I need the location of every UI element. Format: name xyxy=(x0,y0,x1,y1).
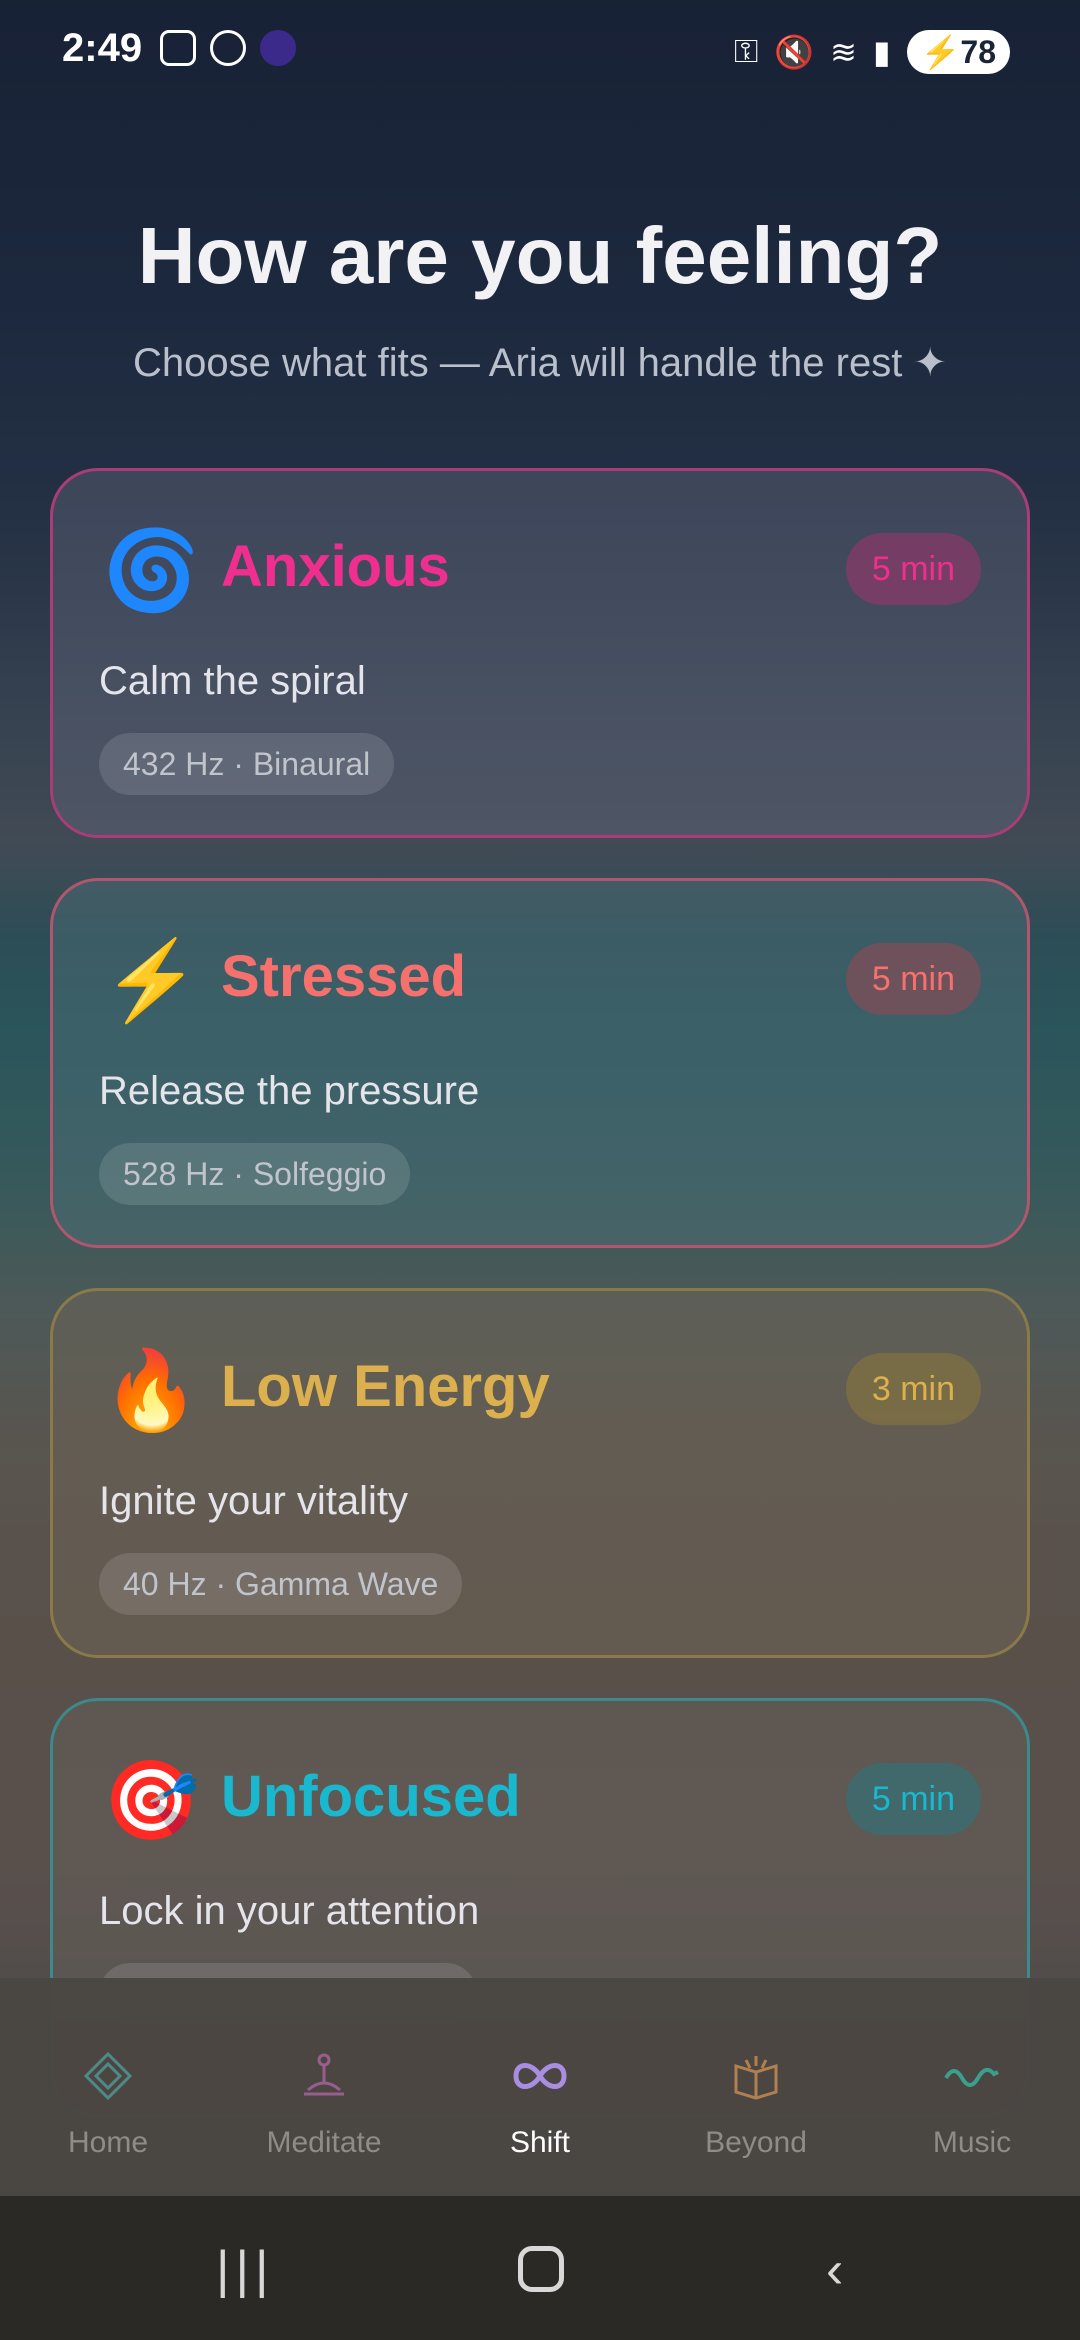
mood-description: Calm the spiral xyxy=(99,659,366,703)
mood-card-stressed[interactable]: ⚡ Stressed 5 min Release the pressure 52… xyxy=(50,878,1030,1248)
page-title: How are you feeling? xyxy=(137,211,943,300)
battery-indicator: ⚡78 xyxy=(906,30,1010,74)
page-subtitle: Choose what fits — Aria will handle the … xyxy=(133,341,947,385)
mood-description: Lock in your attention xyxy=(99,1889,480,1933)
status-system-icons: ⚿ 🔇 ≋ ▮ ⚡78 xyxy=(734,30,1010,74)
nav-label: Beyond xyxy=(705,2126,807,2159)
signal-icon: ▮ xyxy=(872,34,891,70)
wave-icon xyxy=(944,2067,999,2087)
back-button[interactable]: ‹ xyxy=(826,2244,843,2296)
nav-item-home[interactable]: Home xyxy=(0,1978,216,2196)
nav-label: Music xyxy=(932,2126,1012,2159)
duration-badge: 5 min xyxy=(845,533,981,605)
home-button[interactable] xyxy=(518,2246,564,2292)
nav-label: Meditate xyxy=(266,2126,382,2159)
duration-badge: 5 min xyxy=(845,1763,981,1835)
wifi-icon: ≋ xyxy=(830,34,857,70)
mood-description: Ignite your vitality xyxy=(99,1479,409,1523)
system-navigation-bar: ||| ‹ xyxy=(0,2196,1080,2340)
bottom-nav: Home Meditate Shift Beyond Music xyxy=(0,1978,1080,2196)
nav-item-music[interactable]: Music xyxy=(864,1978,1080,2196)
nav-item-shift[interactable]: Shift xyxy=(432,1978,648,2196)
mood-title: Anxious xyxy=(221,534,450,599)
nav-item-beyond[interactable]: Beyond xyxy=(648,1978,864,2196)
cyclone-icon: 🌀 xyxy=(102,526,200,614)
mood-title: Stressed xyxy=(221,944,467,1009)
book-icon xyxy=(734,2056,778,2100)
mute-icon: 🔇 xyxy=(774,34,815,70)
duration-badge: 3 min xyxy=(845,1353,981,1425)
diamond-icon xyxy=(84,2052,132,2100)
screenshot-icon xyxy=(160,30,196,66)
frequency-chip: 432 Hz · Binaural xyxy=(99,733,395,795)
fire-icon: 🔥 xyxy=(102,1346,200,1434)
mood-card-low-energy[interactable]: 🔥 Low Energy 3 min Ignite your vitality … xyxy=(50,1288,1030,1658)
recent-apps-button[interactable]: ||| xyxy=(216,2244,275,2296)
vpn-app-icon xyxy=(210,30,246,66)
target-icon: 🎯 xyxy=(102,1756,200,1844)
meditate-icon xyxy=(304,2053,344,2096)
lightning-icon: ⚡ xyxy=(102,936,200,1024)
nav-label: Home xyxy=(67,2126,149,2159)
mood-description: Release the pressure xyxy=(99,1069,480,1113)
frequency-chip: 528 Hz · Solfeggio xyxy=(99,1143,411,1205)
mood-card-anxious[interactable]: 🌀 Anxious 5 min Calm the spiral 432 Hz ·… xyxy=(50,468,1030,838)
nav-label: Shift xyxy=(509,2126,571,2159)
status-notification-icons xyxy=(160,30,296,66)
app-notification-icon xyxy=(260,30,296,66)
duration-badge: 5 min xyxy=(845,943,981,1015)
mood-title: Unfocused xyxy=(221,1764,521,1829)
key-icon: ⚿ xyxy=(733,33,759,69)
frequency-chip: 40 Hz · Gamma Wave xyxy=(99,1553,463,1615)
status-bar: 2:49 ⚿ 🔇 ≋ ▮ ⚡78 xyxy=(0,0,1080,104)
nav-item-meditate[interactable]: Meditate xyxy=(216,1978,432,2196)
infinity-icon xyxy=(513,2063,567,2089)
mood-title: Low Energy xyxy=(221,1354,550,1419)
status-time: 2:49 xyxy=(62,26,143,70)
